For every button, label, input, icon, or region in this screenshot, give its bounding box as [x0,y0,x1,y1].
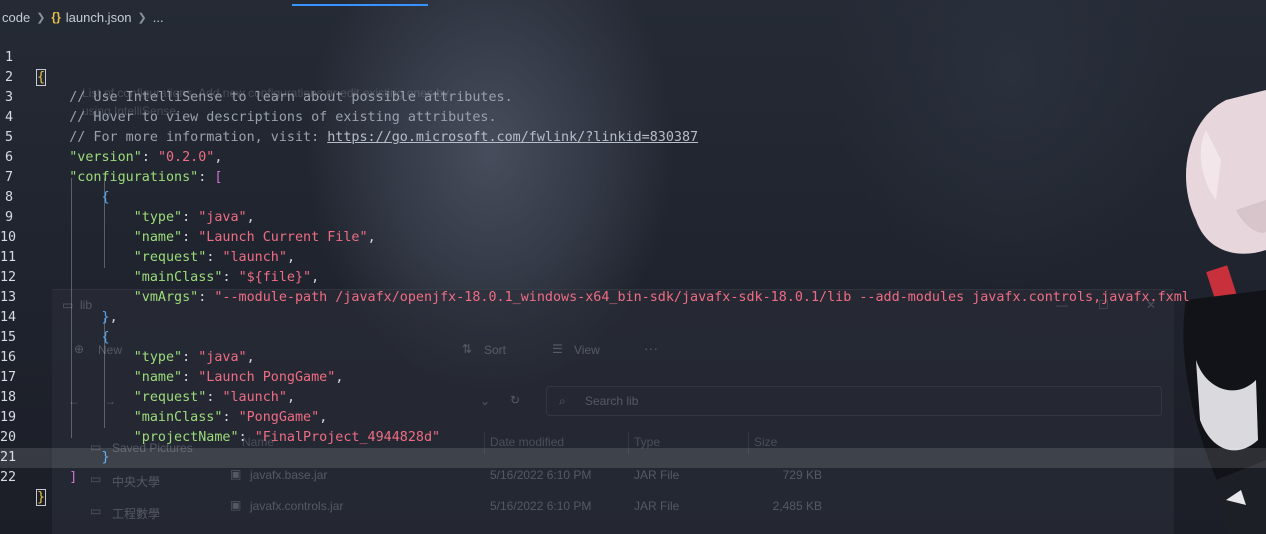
file-row-name[interactable]: javafx.controls.jar [250,499,343,513]
file-row-size: 729 KB [782,468,822,482]
code-line[interactable]: 9 "name": "Launch Current File", [0,188,1266,245]
code-line[interactable]: 19 "projectName": "FinalProject_4944828d… [0,388,1266,445]
code-line[interactable]: 2 // Use IntelliSense to learn about pos… [0,48,1266,105]
code-line[interactable]: 10 "request": "launch", [0,208,1266,265]
code-line[interactable]: 4 // For more information, visit: https:… [0,88,1266,145]
nav-item-ncu[interactable]: 中央大學 [112,473,160,490]
code-line[interactable]: 7 { [0,148,1266,205]
code-line[interactable]: 16 "name": "Launch PongGame", [0,328,1266,385]
file-row-name[interactable]: javafx.base.jar [250,468,327,482]
file-row-type: JAR File [634,499,680,513]
code-line[interactable]: 1 { [0,28,1266,86]
code-line[interactable]: 3 // Hover to view descriptions of exist… [0,68,1266,125]
jar-file-icon: ▣ [230,498,242,512]
file-row-date: 5/16/2022 6:10 PM [490,499,592,513]
line-number: 22 [0,470,17,485]
code-line[interactable]: 21 ] [0,428,1266,485]
folder-icon: ▭ [90,472,102,486]
folder-icon: ▭ [90,504,102,518]
code-line[interactable]: 11 "mainClass": "${file}", [0,228,1266,285]
nav-item-engineering-math[interactable]: 工程數學 [112,505,160,522]
jar-file-icon: ▣ [230,467,242,481]
code-line[interactable]: 17 "request": "launch", [0,348,1266,405]
file-row-size: 2,485 KB [772,499,822,513]
file-row-type: JAR File [634,468,680,482]
code-line[interactable]: 20 } [0,408,1266,465]
code-line[interactable]: 14 { [0,288,1266,345]
code-line[interactable]: 18 "mainClass": "PongGame", [0,368,1266,425]
code-line[interactable]: 6 "configurations": [ [0,128,1266,185]
code-line-current[interactable]: 22 } [0,448,1266,506]
breadcrumb-folder[interactable]: code [2,10,30,25]
breadcrumb-symbol[interactable]: ... [153,10,164,25]
code-line[interactable]: 15 "type": "java", [0,308,1266,365]
code-line[interactable]: 8 "type": "java", [0,168,1266,225]
code-line[interactable]: 12 "vmArgs": "--module-path /javafx/open… [0,248,1266,305]
chevron-right-icon: ❯ [36,11,46,24]
close-brace: } [35,489,47,506]
json-file-icon: {} [51,10,61,24]
breadcrumb-file[interactable]: launch.json [66,10,132,25]
chevron-right-icon: ❯ [137,11,147,24]
close-bracket: ] [69,470,78,485]
code-line[interactable]: 5 "version": "0.2.0", [0,108,1266,165]
file-row-date: 5/16/2022 6:10 PM [490,468,592,482]
code-line[interactable]: 13 }, [0,268,1266,325]
